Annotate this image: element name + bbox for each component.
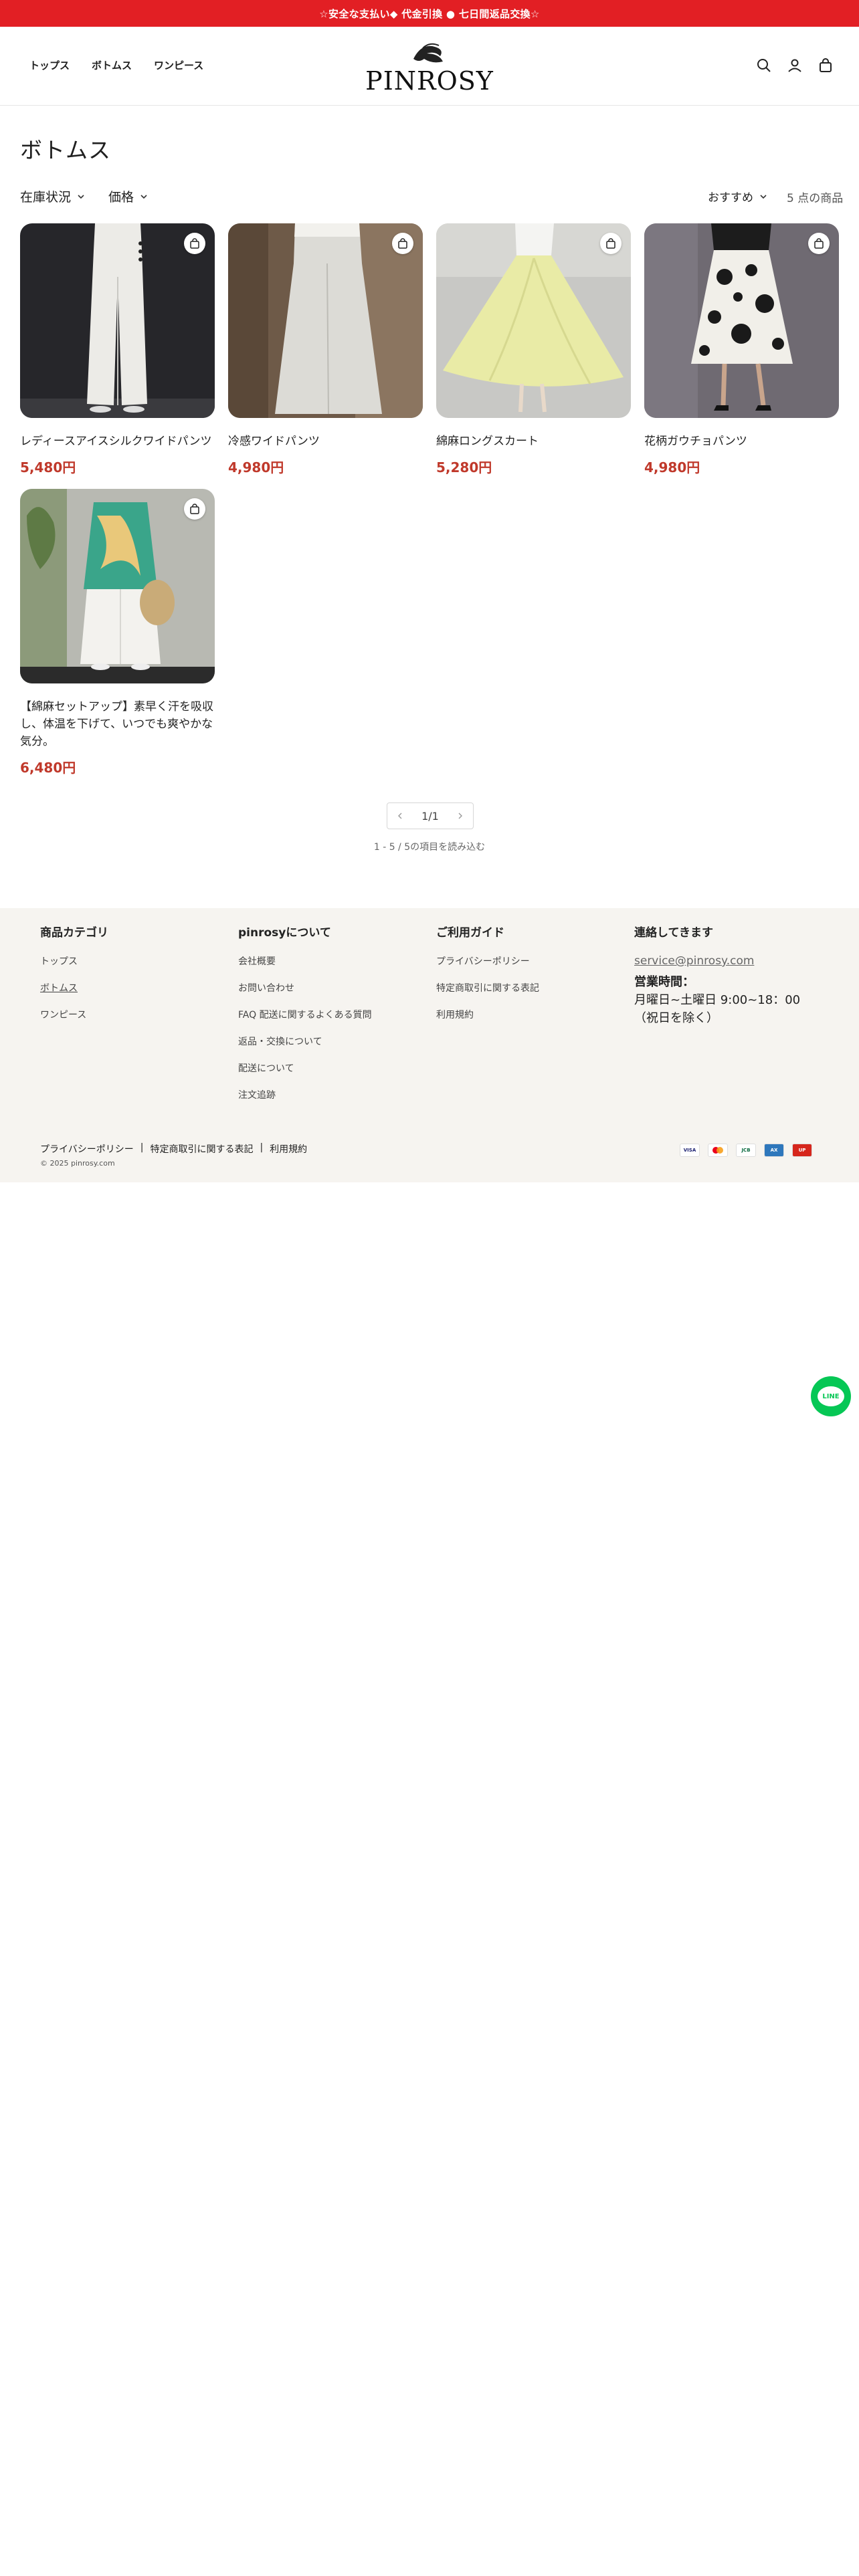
- product-price: 4,980円: [644, 459, 700, 475]
- product-card[interactable]: 綿麻ロングスカート 5,280円: [436, 223, 631, 476]
- shopping-bag-icon: [398, 238, 407, 249]
- filter-price[interactable]: 価格: [108, 187, 149, 205]
- filter-bar: 在庫状況 価格: [20, 187, 149, 205]
- chevron-down-icon: [140, 194, 147, 199]
- quick-add-button[interactable]: [184, 233, 205, 254]
- footer-link-tracking[interactable]: 注文追跡: [238, 1088, 372, 1101]
- contact-email-link[interactable]: service@pinrosy.com: [634, 954, 754, 968]
- copyright: © 2025 pinrosy.com: [40, 1159, 115, 1168]
- header-icons: [756, 58, 834, 74]
- filter-availability[interactable]: 在庫状況: [20, 187, 86, 205]
- product-card[interactable]: 【綿麻セットアップ】素早く汗を吸収し、体温を下げて、いつでも爽やかな気分。 6,…: [20, 489, 215, 776]
- product-name[interactable]: 冷感ワイドパンツ: [228, 433, 423, 450]
- quick-add-button[interactable]: [808, 233, 830, 254]
- load-status: 1 - 5 / 5の項目を読み込む: [373, 842, 486, 853]
- footer-contact: 連絡してきます service@pinrosy.com 営業時間： 月曜日~土曜…: [634, 923, 800, 1027]
- footer-bottom-links: プライバシーポリシー | 特定商取引に関する表記 | 利用規約: [40, 1142, 307, 1156]
- amex-icon: AX: [764, 1144, 784, 1157]
- footer-link-legal[interactable]: 特定商取引に関する表記: [436, 981, 539, 994]
- product-name[interactable]: 【綿麻セットアップ】素早く汗を吸収し、体温を下げて、いつでも爽やかな気分。: [20, 698, 215, 750]
- product-image[interactable]: [20, 489, 215, 683]
- product-price: 4,980円: [228, 459, 284, 475]
- page-title: ボトムス: [20, 137, 111, 163]
- bottom-link-legal[interactable]: 特定商取引に関する表記: [150, 1142, 253, 1156]
- hours-label: 営業時間：: [634, 975, 694, 989]
- product-name[interactable]: レディースアイスシルクワイドパンツ: [20, 433, 215, 450]
- mastercard-icon: [708, 1144, 728, 1157]
- footer-link-onepiece[interactable]: ワンピース: [40, 1008, 108, 1021]
- product-image[interactable]: [436, 223, 631, 418]
- site-footer: 商品カテゴリ トップス ボトムス ワンピース pinrosyについて 会社概要 …: [0, 908, 859, 1182]
- bottom-link-privacy[interactable]: プライバシーポリシー: [40, 1142, 134, 1156]
- product-price: 6,480円: [20, 760, 76, 776]
- chevron-left-icon[interactable]: [396, 810, 404, 823]
- line-chat-button[interactable]: LINE: [811, 1376, 851, 1416]
- site-header: トップス ボトムス ワンピース PINROSY: [0, 27, 859, 106]
- separator: |: [140, 1142, 144, 1153]
- quick-add-button[interactable]: [184, 498, 205, 520]
- product-image[interactable]: [228, 223, 423, 418]
- footer-link-privacy[interactable]: プライバシーポリシー: [436, 954, 539, 968]
- line-icon: LINE: [818, 1386, 844, 1406]
- nav-item-tops[interactable]: トップス: [29, 58, 70, 72]
- svg-text:PINROSY: PINROSY: [365, 66, 494, 96]
- chevron-right-icon[interactable]: [456, 810, 464, 823]
- footer-heading: 商品カテゴリ: [40, 926, 108, 940]
- business-hours: 月曜日~土曜日 9:00~18：00: [634, 993, 801, 1007]
- quick-add-button[interactable]: [392, 233, 413, 254]
- footer-heading: ご利用ガイド: [436, 926, 504, 940]
- footer-heading: 連絡してきます: [634, 926, 713, 940]
- shopping-bag-icon: [190, 238, 199, 249]
- quick-add-button[interactable]: [600, 233, 622, 254]
- filter-price-label: 価格: [108, 190, 134, 205]
- footer-link-contact[interactable]: お問い合わせ: [238, 981, 372, 994]
- shopping-bag-icon: [814, 238, 824, 249]
- announcement-bar: ☆安全な支払い◆ 代金引換 ● 七日間返品交換☆: [0, 0, 859, 27]
- sort-select[interactable]: おすすめ: [708, 188, 768, 205]
- footer-heading: pinrosyについて: [238, 926, 331, 940]
- footer-link-company[interactable]: 会社概要: [238, 954, 372, 968]
- product-image[interactable]: [644, 223, 839, 418]
- product-name[interactable]: 綿麻ロングスカート: [436, 433, 631, 450]
- unionpay-icon: UP: [792, 1144, 812, 1157]
- visa-icon: VISA: [680, 1144, 700, 1157]
- filter-availability-label: 在庫状況: [20, 190, 72, 205]
- footer-link-terms[interactable]: 利用規約: [436, 1008, 539, 1021]
- product-name[interactable]: 花柄ガウチョパンツ: [644, 433, 839, 450]
- chevron-down-icon: [78, 194, 84, 199]
- footer-link-shipping[interactable]: 配送について: [238, 1061, 372, 1075]
- search-icon[interactable]: [756, 58, 772, 74]
- separator: |: [260, 1142, 264, 1153]
- nav-item-onepiece[interactable]: ワンピース: [154, 58, 203, 72]
- main-nav: トップス ボトムス ワンピース: [29, 58, 203, 72]
- nav-item-bottoms[interactable]: ボトムス: [92, 58, 132, 72]
- product-card[interactable]: 冷感ワイドパンツ 4,980円: [228, 223, 423, 476]
- product-card[interactable]: 花柄ガウチョパンツ 4,980円: [644, 223, 839, 476]
- product-card[interactable]: レディースアイスシルクワイドパンツ 5,480円: [20, 223, 215, 476]
- product-price: 5,480円: [20, 459, 76, 475]
- pagination: 1/1: [387, 802, 474, 829]
- product-price: 5,280円: [436, 459, 492, 475]
- holiday-note: （祝日を除く）: [634, 1011, 719, 1025]
- shopping-bag-icon: [606, 238, 615, 249]
- product-image[interactable]: [20, 223, 215, 418]
- footer-link-faq[interactable]: FAQ 配送に関するよくある質問: [238, 1008, 372, 1021]
- product-count: 5 点の商品: [787, 192, 844, 205]
- shopping-bag-icon: [190, 504, 199, 514]
- pagination-label: 1/1: [421, 809, 439, 823]
- sort-label: おすすめ: [708, 191, 753, 205]
- footer-link-bottoms[interactable]: ボトムス: [40, 981, 108, 994]
- bottom-link-terms[interactable]: 利用規約: [270, 1142, 307, 1156]
- chevron-down-icon: [760, 194, 767, 199]
- footer-link-returns[interactable]: 返品・交換について: [238, 1035, 372, 1048]
- footer-about: pinrosyについて 会社概要 お問い合わせ FAQ 配送に関するよくある質問…: [238, 923, 372, 1115]
- site-logo[interactable]: PINROSY: [360, 39, 499, 96]
- account-icon[interactable]: [787, 58, 803, 74]
- jcb-icon: JCB: [736, 1144, 756, 1157]
- cart-icon[interactable]: [818, 58, 834, 74]
- footer-categories: 商品カテゴリ トップス ボトムス ワンピース: [40, 923, 108, 1035]
- footer-link-tops[interactable]: トップス: [40, 954, 108, 968]
- footer-guide: ご利用ガイド プライバシーポリシー 特定商取引に関する表記 利用規約: [436, 923, 539, 1035]
- payment-icons: VISA JCB AX UP: [680, 1144, 812, 1157]
